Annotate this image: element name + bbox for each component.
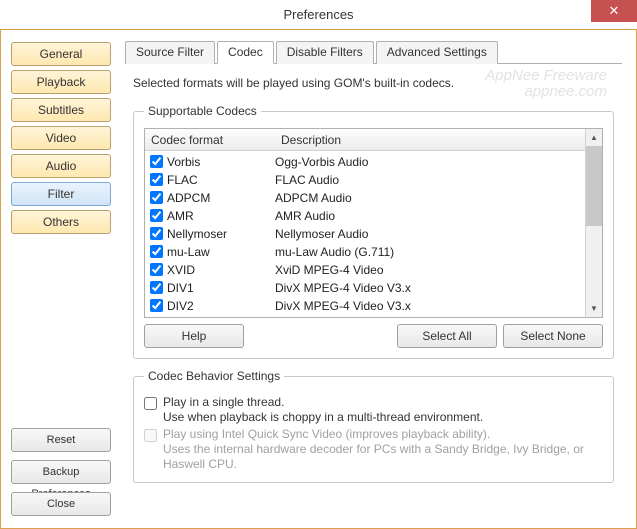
codec-checkbox[interactable] (150, 173, 163, 186)
table-row[interactable]: NellymoserNellymoser Audio (145, 225, 585, 243)
table-row[interactable]: VorbisOgg-Vorbis Audio (145, 153, 585, 171)
codec-table: Codec format Description VorbisOgg-Vorbi… (144, 128, 603, 318)
codec-format: Nellymoser (167, 227, 275, 241)
codec-checkbox[interactable] (150, 227, 163, 240)
supportable-codecs-group: Supportable Codecs Codec format Descript… (133, 104, 614, 359)
codec-description: DivX MPEG-4 Video V3.x (275, 299, 585, 313)
table-row[interactable]: ADPCMADPCM Audio (145, 189, 585, 207)
sidebar-item-audio[interactable]: Audio (11, 154, 111, 178)
quick-sync-label-2: Uses the internal hardware decoder for P… (163, 442, 584, 471)
main-area: General Playback Subtitles Video Audio F… (0, 30, 637, 529)
window-title: Preferences (0, 7, 637, 22)
codec-description: ADPCM Audio (275, 191, 585, 205)
tab-advanced-settings[interactable]: Advanced Settings (376, 41, 498, 64)
codec-description: DivX MPEG-4 Video V3.x (275, 281, 585, 295)
codec-format: DIV1 (167, 281, 275, 295)
codec-checkbox[interactable] (150, 281, 163, 294)
single-thread-label-2: Use when playback is choppy in a multi-t… (163, 410, 483, 424)
codec-description: AMR Audio (275, 209, 585, 223)
table-row[interactable]: XVIDXviD MPEG-4 Video (145, 261, 585, 279)
select-all-button[interactable]: Select All (397, 324, 497, 348)
codec-behavior-group: Codec Behavior Settings Play in a single… (133, 369, 614, 483)
scroll-up-icon[interactable]: ▲ (586, 129, 602, 146)
tab-disable-filters[interactable]: Disable Filters (276, 41, 374, 64)
scroll-down-icon[interactable]: ▼ (586, 300, 602, 317)
tab-description: Selected formats will be played using GO… (133, 76, 614, 90)
codec-format: XVID (167, 263, 275, 277)
table-row[interactable]: mu-Lawmu-Law Audio (G.711) (145, 243, 585, 261)
content-area: Source Filter Codec Disable Filters Adva… (121, 30, 636, 528)
sidebar-item-others[interactable]: Others (11, 210, 111, 234)
codec-checkbox[interactable] (150, 299, 163, 312)
scrollbar[interactable]: ▲ ▼ (585, 129, 602, 317)
quick-sync-label-1: Play using Intel Quick Sync Video (impro… (163, 427, 490, 441)
close-icon[interactable]: ✕ (591, 0, 637, 22)
codec-checkbox[interactable] (150, 245, 163, 258)
codec-behavior-legend: Codec Behavior Settings (144, 369, 284, 383)
tabs: Source Filter Codec Disable Filters Adva… (125, 40, 622, 64)
sidebar-item-subtitles[interactable]: Subtitles (11, 98, 111, 122)
sidebar-item-filter[interactable]: Filter (11, 182, 111, 206)
sidebar-item-general[interactable]: General (11, 42, 111, 66)
codec-format: AMR (167, 209, 275, 223)
codec-description: XviD MPEG-4 Video (275, 263, 585, 277)
codec-format: DIV2 (167, 299, 275, 313)
codec-checkbox[interactable] (150, 263, 163, 276)
quick-sync-checkbox (144, 429, 157, 442)
table-row[interactable]: DIV1DivX MPEG-4 Video V3.x (145, 279, 585, 297)
titlebar: Preferences ✕ (0, 0, 637, 30)
scroll-thumb[interactable] (586, 146, 602, 226)
codec-checkbox[interactable] (150, 191, 163, 204)
single-thread-row: Play in a single thread. Use when playba… (144, 395, 603, 425)
codec-description: Ogg-Vorbis Audio (275, 155, 585, 169)
codec-format: Vorbis (167, 155, 275, 169)
quick-sync-row: Play using Intel Quick Sync Video (impro… (144, 427, 603, 472)
sidebar-item-playback[interactable]: Playback (11, 70, 111, 94)
table-row[interactable]: AMRAMR Audio (145, 207, 585, 225)
table-row[interactable]: DIV3DivX MPEG-4 Video V3.x (145, 315, 585, 317)
codec-description: mu-Law Audio (G.711) (275, 245, 585, 259)
codec-description: Nellymoser Audio (275, 227, 585, 241)
tab-source-filter[interactable]: Source Filter (125, 41, 215, 64)
codec-table-header[interactable]: Codec format Description (145, 129, 585, 151)
codec-description: FLAC Audio (275, 173, 585, 187)
table-row[interactable]: DIV2DivX MPEG-4 Video V3.x (145, 297, 585, 315)
tab-codec[interactable]: Codec (217, 41, 274, 64)
reset-button[interactable]: Reset (11, 428, 111, 452)
codec-checkbox[interactable] (150, 209, 163, 222)
backup-preferences-button[interactable]: Backup Preferences (11, 460, 111, 484)
table-row[interactable]: FLACFLAC Audio (145, 171, 585, 189)
sidebar-item-video[interactable]: Video (11, 126, 111, 150)
codec-checkbox[interactable] (150, 155, 163, 168)
col-header-format[interactable]: Codec format (145, 133, 275, 147)
select-none-button[interactable]: Select None (503, 324, 603, 348)
sidebar: General Playback Subtitles Video Audio F… (1, 30, 121, 528)
supportable-codecs-legend: Supportable Codecs (144, 104, 261, 118)
close-button[interactable]: Close (11, 492, 111, 516)
help-button[interactable]: Help (144, 324, 244, 348)
tab-body: Selected formats will be played using GO… (125, 64, 622, 505)
single-thread-label-1: Play in a single thread. (163, 395, 284, 409)
col-header-description[interactable]: Description (275, 133, 585, 147)
codec-format: FLAC (167, 173, 275, 187)
single-thread-checkbox[interactable] (144, 397, 157, 410)
codec-format: ADPCM (167, 191, 275, 205)
codec-format: mu-Law (167, 245, 275, 259)
